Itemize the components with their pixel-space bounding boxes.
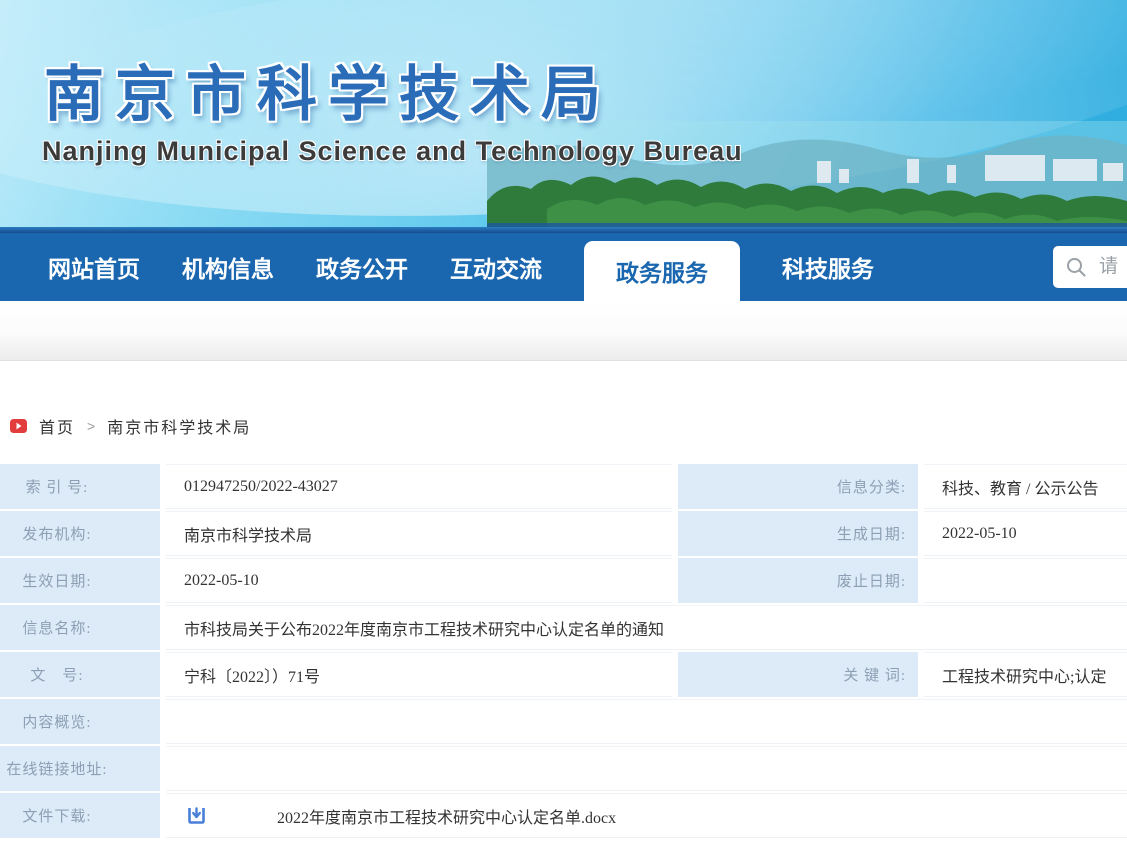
download-file-link[interactable]: 2022年度南京市工程技术研究中心认定名单.docx (277, 804, 616, 828)
nav-item-home[interactable]: 网站首页 (48, 233, 140, 301)
table-row-info-name: 信息名称: 市科技局关于公布2022年度南京市工程技术研究中心认定名单的通知 (0, 605, 1127, 650)
search-input[interactable] (1099, 256, 1127, 278)
site-subtitle: Nanjing Municipal Science and Technology… (42, 136, 743, 167)
nav-item-gov-service[interactable]: 政务服务 (584, 241, 740, 301)
field-label: 发布机构: (0, 511, 160, 556)
field-value (924, 558, 1127, 603)
breadcrumb-current: 南京市科学技术局 (107, 414, 251, 438)
banner-divider (0, 227, 1127, 233)
field-label: 废止日期: (678, 558, 918, 603)
field-label: 生成日期: (678, 511, 918, 556)
breadcrumb-marker-icon (10, 419, 27, 433)
download-icon (186, 805, 207, 826)
search-box (1053, 246, 1127, 288)
breadcrumb-home-link[interactable]: 首页 (39, 414, 75, 438)
table-row-content-overview: 内容概览: (0, 699, 1127, 744)
site-banner: 南京市科学技术局 Nanjing Municipal Science and T… (0, 0, 1127, 233)
field-value: 工程技术研究中心;认定 (924, 652, 1127, 697)
field-value: 宁科〔2022〕）71号 (166, 652, 672, 697)
site-title: 南京市科学技术局 (44, 46, 612, 133)
field-value: 2022年度南京市工程技术研究中心认定名单.docx (166, 793, 1127, 838)
field-value: 2022-05-10 (166, 558, 672, 603)
document-info-table: 索 引 号: 012947250/2022-43027 信息分类: 科技、教育 … (0, 464, 1127, 838)
field-label: 信息分类: (678, 464, 918, 509)
field-value (166, 699, 1127, 744)
subnav-band (0, 301, 1127, 361)
field-label: 内容概览: (0, 699, 160, 744)
nav-item-gov-open[interactable]: 政务公开 (316, 233, 408, 301)
table-row-effective-date: 生效日期: 2022-05-10 废止日期: (0, 558, 1127, 603)
field-value: 市科技局关于公布2022年度南京市工程技术研究中心认定名单的通知 (166, 605, 1127, 650)
breadcrumb: 首页 > 南京市科学技术局 (10, 415, 1127, 437)
table-row-online-link: 在线链接地址: (0, 746, 1127, 791)
main-navbar: 网站首页 机构信息 政务公开 互动交流 政务服务 科技服务 (0, 233, 1127, 301)
field-label: 索 引 号: (0, 464, 160, 509)
table-row-doc-number: 文 号: 宁科〔2022〕）71号 关 键 词: 工程技术研究中心;认定 (0, 652, 1127, 697)
field-value: 012947250/2022-43027 (166, 464, 672, 509)
field-label: 信息名称: (0, 605, 160, 650)
search-icon (1065, 256, 1087, 278)
field-value: 2022-05-10 (924, 511, 1127, 556)
field-label: 在线链接地址: (0, 746, 160, 791)
table-row-file-download: 文件下载: 2022年度南京市工程技术研究中心认定名单.docx (0, 793, 1127, 838)
table-row-publisher: 发布机构: 南京市科学技术局 生成日期: 2022-05-10 (0, 511, 1127, 556)
nav-item-tech-service[interactable]: 科技服务 (782, 233, 874, 301)
field-value: 科技、教育 / 公示公告 (924, 464, 1127, 509)
field-label: 文 号: (0, 652, 160, 697)
field-value (166, 746, 1127, 791)
breadcrumb-separator: > (87, 418, 95, 434)
nav-item-org-info[interactable]: 机构信息 (182, 233, 274, 301)
field-value: 南京市科学技术局 (166, 511, 672, 556)
nav-item-interaction[interactable]: 互动交流 (450, 233, 542, 301)
field-label: 文件下载: (0, 793, 160, 838)
table-row-index-number: 索 引 号: 012947250/2022-43027 信息分类: 科技、教育 … (0, 464, 1127, 509)
field-label: 关 键 词: (678, 652, 918, 697)
field-label: 生效日期: (0, 558, 160, 603)
